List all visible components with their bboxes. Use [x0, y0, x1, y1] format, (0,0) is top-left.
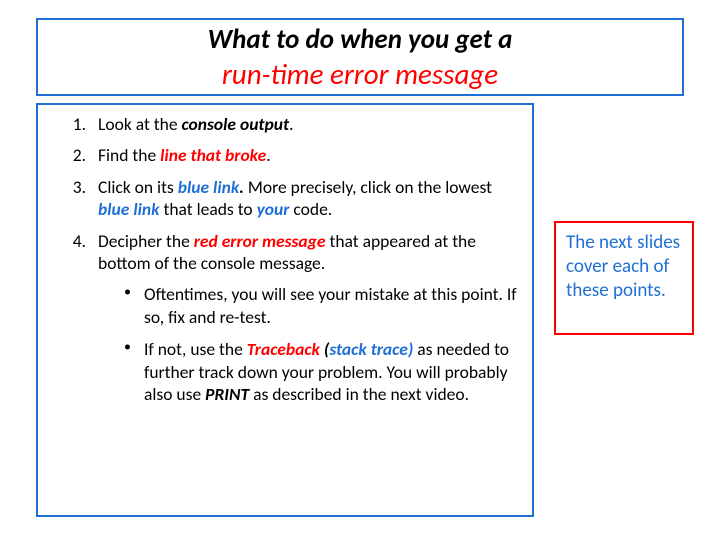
emphasis-print: PRINT [205, 383, 249, 405]
title-line1: What to do when you get a [208, 23, 513, 56]
sub-item-1: Oftentimes, you will see your mistake at… [120, 283, 518, 328]
title-line2: run-time error message [222, 56, 498, 92]
side-note-box: The next slides cover each of these poin… [554, 221, 694, 335]
emphasis-red-error-message: red error message [194, 230, 326, 252]
sub-list: Oftentimes, you will see your mistake at… [98, 283, 518, 405]
emphasis-stack-trace: stack trace) [329, 338, 413, 360]
steps-list: Look at the console output. Find the lin… [46, 113, 518, 405]
step-3: Click on its blue link. More precisely, … [90, 176, 518, 221]
step-2: Find the line that broke. [90, 144, 518, 166]
emphasis-your: your [257, 198, 290, 220]
step-4: Decipher the red error message that appe… [90, 230, 518, 406]
emphasis-blue-link-1: blue link [178, 176, 240, 198]
emphasis-blue-link-2: blue link [98, 198, 160, 220]
side-note-text: The next slides cover each of these poin… [566, 231, 680, 302]
emphasis-line-that-broke: line that broke [160, 144, 266, 166]
emphasis-console-output: console output [181, 113, 289, 135]
emphasis-traceback: Traceback [247, 338, 324, 360]
main-content-box: Look at the console output. Find the lin… [36, 103, 534, 517]
sub-item-2: If not, use the Traceback (stack trace) … [120, 338, 518, 405]
step-1: Look at the console output. [90, 113, 518, 135]
title-box: What to do when you get a run-time error… [36, 18, 684, 96]
